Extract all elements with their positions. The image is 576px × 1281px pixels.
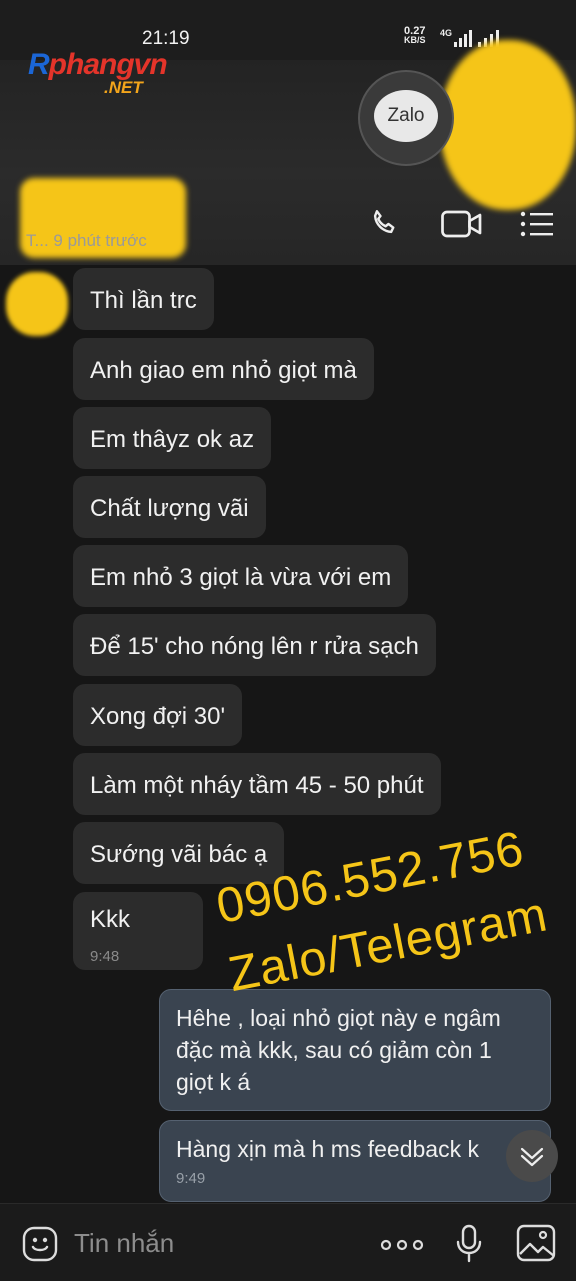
outgoing-message-bubble[interactable]: Hàng xịn mà h ms feedback k 9:49 xyxy=(159,1120,551,1202)
site-watermark-suffix: .NET xyxy=(104,78,143,97)
zalo-bubble: Zalo xyxy=(374,90,438,142)
message-bubble[interactable]: Anh giao em nhỏ giọt mà xyxy=(73,338,374,400)
chat-header: T... 9 phút trước Zalo Rphangvn .NET xyxy=(0,40,576,265)
last-seen-status: T... 9 phút trước xyxy=(26,231,147,250)
message-bubble[interactable]: Em thâyz ok az xyxy=(73,407,272,469)
message-bubble[interactable]: Kkk 9:48 xyxy=(73,892,203,970)
message-time: 9:49 xyxy=(176,1170,206,1187)
message-bubble[interactable]: Xong đợi 30' xyxy=(73,684,243,746)
video-call-icon[interactable] xyxy=(441,208,483,245)
message-bubble[interactable]: Chất lượng vãi xyxy=(73,476,266,538)
outgoing-message-bubble[interactable]: Hêhe , loại nhỏ giọt này e ngâm đặc mà k… xyxy=(159,989,551,1111)
avatar[interactable] xyxy=(6,272,68,336)
chevron-down-icon xyxy=(520,1147,544,1167)
message-time: 9:48 xyxy=(90,948,120,965)
image-icon[interactable] xyxy=(516,1224,556,1267)
censor-blob xyxy=(440,40,576,210)
more-options-icon[interactable] xyxy=(380,1238,424,1256)
message-bubble[interactable]: Thì lần trc xyxy=(73,268,214,330)
message-bubble[interactable]: Em nhỏ 3 giọt là vừa với em xyxy=(73,545,409,607)
emoji-icon[interactable] xyxy=(22,1226,58,1267)
scroll-down-button[interactable] xyxy=(506,1130,558,1182)
microphone-icon[interactable] xyxy=(455,1224,483,1269)
signal-icon xyxy=(454,29,472,47)
network-type: 4G xyxy=(440,28,453,38)
message-input[interactable]: Tin nhắn xyxy=(74,1228,174,1259)
menu-icon[interactable] xyxy=(520,210,554,243)
phone-icon[interactable] xyxy=(367,206,403,247)
network-speed: 0.27 KB/S xyxy=(404,25,426,45)
site-watermark-logo: Rphangvn xyxy=(28,48,168,81)
message-bubble[interactable]: Để 15' cho nóng lên r rửa sạch xyxy=(73,614,436,676)
message-bubble[interactable]: Làm một nháy tầm 45 - 50 phút xyxy=(73,753,441,815)
message-composer: Tin nhắn xyxy=(0,1203,576,1281)
zalo-logo: Zalo xyxy=(358,70,454,166)
status-time: 21:19 xyxy=(142,28,190,49)
